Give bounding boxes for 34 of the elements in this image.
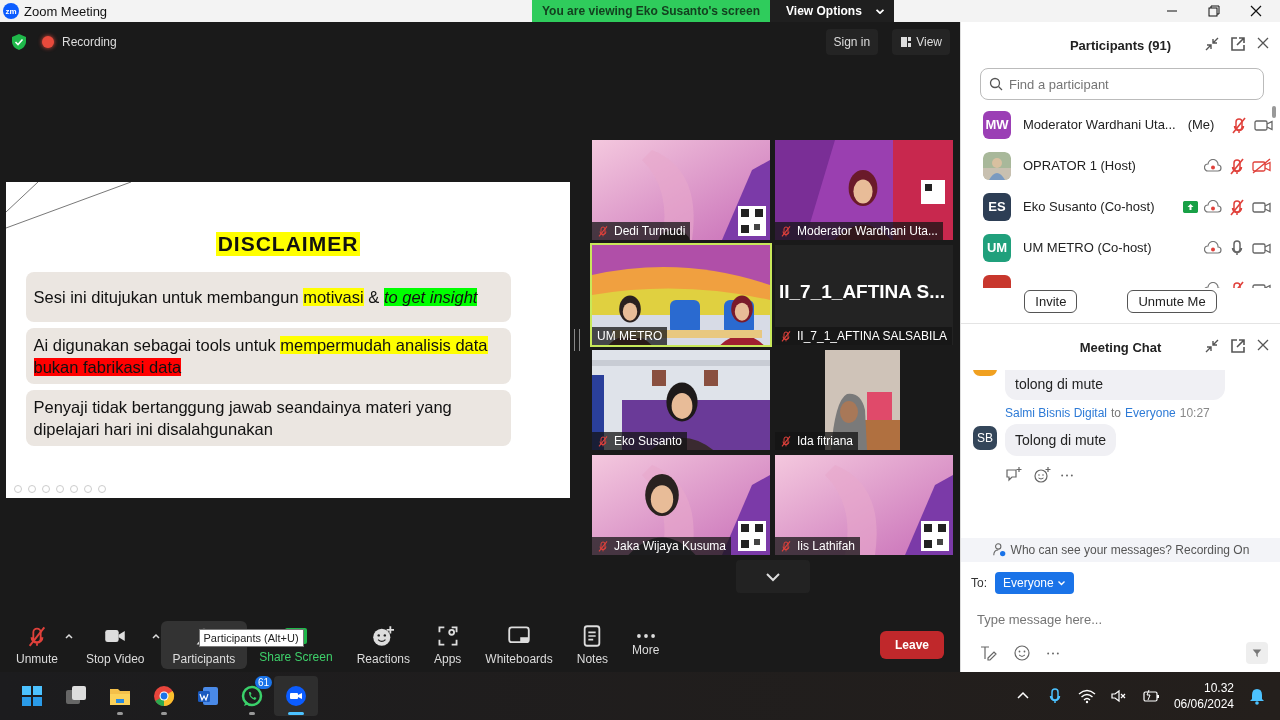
participant-name: II_7_1_AFTINA S... (779, 281, 947, 303)
notification-badge: 61 (254, 676, 272, 689)
message-time: 10:27 (1179, 406, 1210, 420)
app-logo: zm (3, 3, 19, 19)
recording-label: Recording (62, 35, 117, 49)
to-word: to (1111, 406, 1122, 420)
screen-share-banner: You are viewing Eko Susanto's screen (532, 0, 771, 22)
me-tag: (Me) (1187, 117, 1215, 132)
tooltip: Participants (Alt+U) (198, 629, 304, 647)
slide-point: Penyaji tidak bertanggung jawab seandainya materi yang dipelajari hari ini disalahgunakan (25, 390, 511, 446)
participant-name: UM METRO (Co-host) (1023, 240, 1152, 255)
name-label: Ida fitriana (775, 432, 859, 450)
slide-heading: DISCLAIMER (215, 232, 361, 256)
name-label: Eko Susanto (592, 432, 688, 450)
name-label: Dedi Turmudi (592, 222, 691, 240)
participant-name: Eko Susanto (Co-host) (1023, 199, 1155, 214)
name-label: II_7_1_AFTINA SALSABILA (775, 327, 953, 345)
avatar: MW (983, 110, 1011, 139)
participant-name: Moderator Wardhani Uta... (1023, 117, 1176, 132)
name-label: Moderator Wardhani Uta... (775, 222, 943, 240)
panel-title: Meeting Chat (1079, 339, 1162, 355)
name-label: Jaka Wijaya Kusuma (592, 537, 732, 555)
avatar: UM (983, 233, 1011, 262)
slide-point: Ai digunakan sebagai tools untuk mempermudah analisis data bukan fabrikasi data (25, 328, 511, 384)
participant-name: OPRATOR 1 (Host) (1023, 158, 1136, 173)
window-title: Zoom Meeting (24, 3, 108, 19)
panel-title: Participants (91) (1069, 37, 1172, 53)
avatar: SB (973, 426, 997, 450)
avatar: ES (983, 192, 1011, 221)
name-label: UM METRO (592, 327, 668, 345)
message-bubble: tolong di mute (1005, 370, 1225, 400)
message-bubble: Tolong di mute (1005, 424, 1117, 456)
name-label: Iis Lathifah (775, 537, 861, 555)
to-label: To: (971, 576, 987, 590)
